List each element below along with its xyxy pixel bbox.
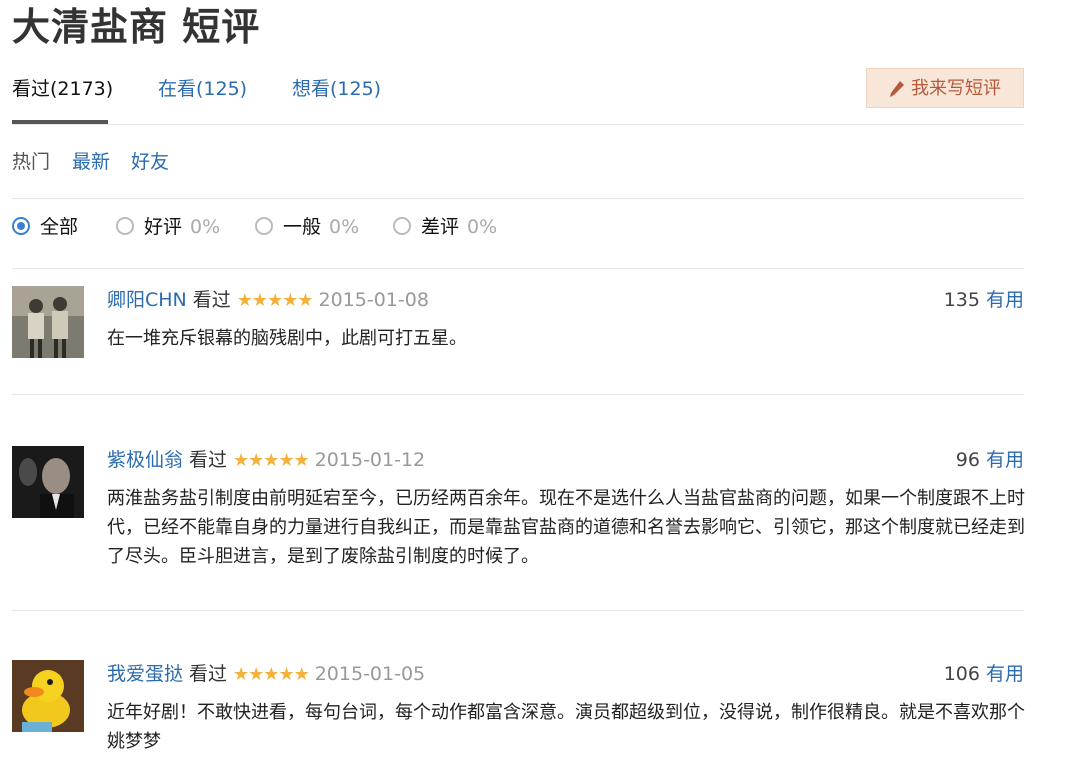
filter-positive[interactable]: 好评 0%: [116, 212, 220, 242]
review-meta: 我爱蛋挞 看过 ★★★★★ 2015-01-05: [107, 660, 425, 689]
watch-status: 看过: [189, 663, 228, 685]
review-item: 紫极仙翁 看过 ★★★★★ 2015-01-12 96 有用 两淮盐务盐引制度由前明延宕…: [12, 446, 1025, 576]
pencil-icon: [889, 78, 911, 99]
write-review-label: 我来写短评: [911, 78, 1001, 99]
tab-watching[interactable]: 在看(125): [158, 74, 247, 104]
radio-unselected[interactable]: [393, 216, 411, 235]
divider: [12, 610, 1024, 611]
vote-area: 106 有用: [944, 660, 1024, 688]
vote-area: 96 有用: [956, 446, 1024, 474]
reviewer-name[interactable]: 卿阳CHN: [107, 289, 187, 311]
filter-negative-pct: 0%: [467, 216, 498, 238]
review-item: 卿阳CHN 看过 ★★★★★ 2015-01-08 135 有用 在一堆充斥银幕的脑残剧…: [12, 286, 1024, 366]
vote-area: 135 有用: [944, 286, 1024, 314]
tab-want-to-watch[interactable]: 想看(125): [292, 74, 381, 104]
sort-latest[interactable]: 最新: [72, 148, 110, 176]
filter-all-label: 全部: [40, 216, 79, 238]
review-content: 两淮盐务盐引制度由前明延宕至今，已历经两百余年。现在不是选什么人当盐官盐商的问题…: [107, 488, 1025, 567]
sort-options: 热门 最新 好友: [12, 148, 1024, 199]
useful-button[interactable]: 有用: [986, 663, 1024, 685]
divider: [12, 394, 1024, 395]
active-tab-indicator: [12, 120, 108, 124]
vote-count: 96: [955, 449, 980, 471]
rating-filters: 全部 好评 0% 一般 0% 差评 0%: [12, 212, 1024, 269]
filter-negative-label: 差评: [421, 216, 460, 238]
radio-selected[interactable]: [12, 216, 30, 235]
review-content: 在一堆充斥银幕的脑残剧中，此剧可打五星。: [107, 328, 467, 349]
vote-count: 106: [943, 663, 980, 685]
rating-stars: ★★★★★: [233, 450, 310, 471]
useful-button[interactable]: 有用: [986, 289, 1024, 311]
write-review-button[interactable]: 我来写短评: [866, 68, 1024, 108]
review-content: 近年好剧！不敢快进看，每句台词，每个动作都富含深意。演员都超级到位，没得说，制作…: [107, 702, 1025, 752]
reviewer-name[interactable]: 紫极仙翁: [107, 449, 183, 471]
avatar[interactable]: [12, 446, 84, 518]
sort-hot[interactable]: 热门: [12, 148, 50, 176]
useful-button[interactable]: 有用: [986, 449, 1024, 471]
status-tabs: 看过(2173) 在看(125) 想看(125) 我来写短评: [12, 68, 1024, 125]
filter-negative[interactable]: 差评 0%: [393, 212, 497, 242]
page-title: 大清盐商 短评: [12, 5, 261, 49]
radio-unselected[interactable]: [255, 216, 273, 235]
watch-status: 看过: [189, 449, 228, 471]
vote-count: 135: [943, 289, 980, 311]
rating-stars: ★★★★★: [236, 290, 314, 311]
review-meta: 紫极仙翁 看过 ★★★★★ 2015-01-12: [107, 446, 425, 475]
filter-neutral[interactable]: 一般 0%: [255, 212, 359, 242]
review-date: 2015-01-05: [314, 663, 426, 685]
review-date: 2015-01-08: [318, 289, 429, 311]
filter-neutral-label: 一般: [283, 216, 322, 238]
review-item: 我爱蛋挞 看过 ★★★★★ 2015-01-05 106 有用 近年好剧！不敢快进看，每…: [12, 660, 1025, 760]
filter-all[interactable]: 全部: [12, 212, 78, 242]
review-meta: 卿阳CHN 看过 ★★★★★ 2015-01-08: [107, 286, 429, 315]
review-date: 2015-01-12: [314, 449, 426, 471]
watch-status: 看过: [192, 289, 231, 311]
avatar[interactable]: [12, 286, 84, 358]
reviewer-name[interactable]: 我爱蛋挞: [107, 663, 183, 685]
rating-stars: ★★★★★: [233, 664, 310, 685]
radio-unselected[interactable]: [116, 216, 134, 235]
tab-watched[interactable]: 看过(2173): [12, 74, 113, 104]
filter-positive-pct: 0%: [190, 216, 221, 238]
filter-neutral-pct: 0%: [329, 216, 360, 238]
sort-friends[interactable]: 好友: [131, 148, 169, 176]
filter-positive-label: 好评: [144, 216, 183, 238]
avatar[interactable]: [12, 660, 84, 732]
